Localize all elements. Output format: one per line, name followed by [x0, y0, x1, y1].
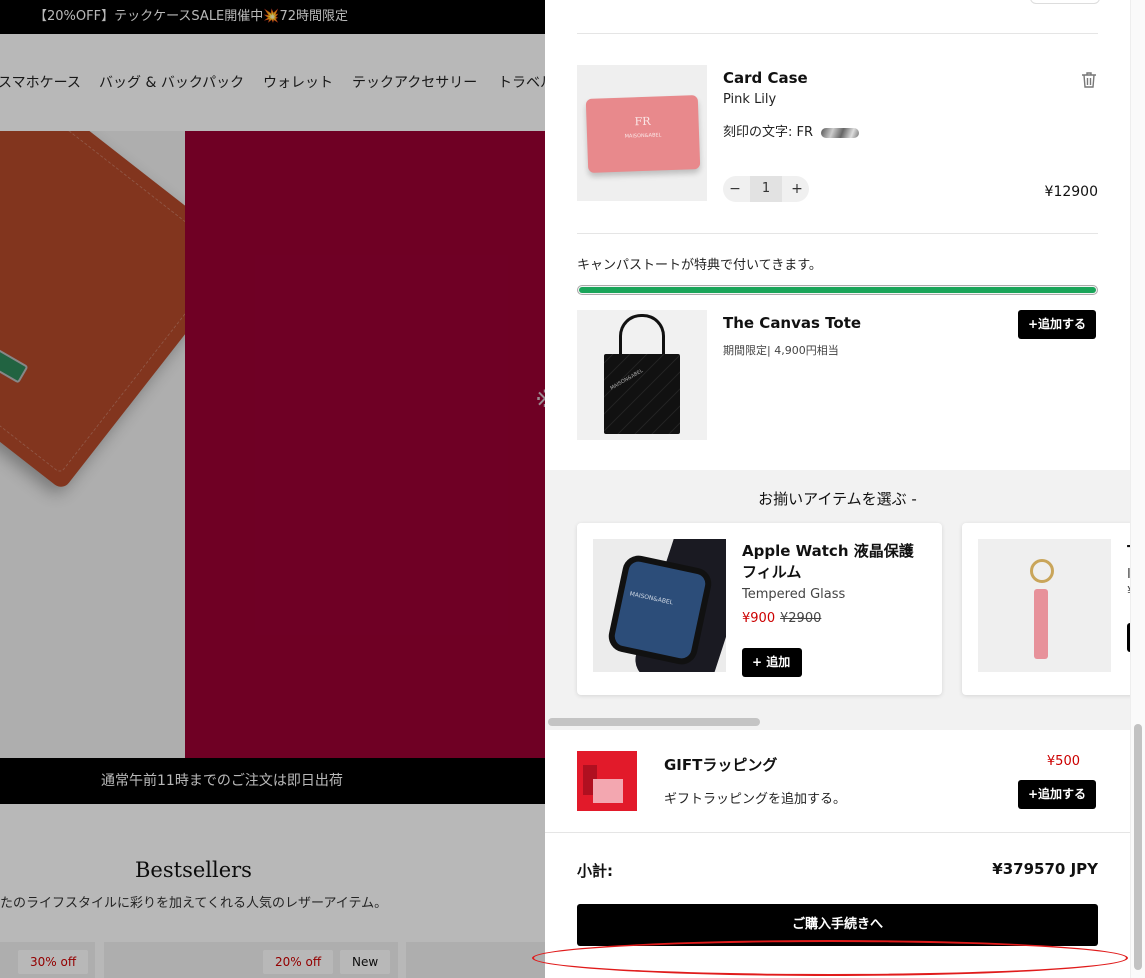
divider: [545, 832, 1145, 833]
free-gift-name: The Canvas Tote: [723, 314, 862, 332]
item-price: ¥12900: [1044, 184, 1098, 200]
item-name[interactable]: Card Case: [723, 69, 808, 87]
increase-quantity-button[interactable]: +: [785, 176, 809, 202]
horizontal-scrollbar[interactable]: [548, 718, 760, 726]
background-page: 【20%OFF】テックケースSALE開催中💥72時間限定 スマホケース バッグ …: [0, 0, 545, 978]
engraving-text: 刻印の文字: FR: [723, 125, 814, 140]
add-gift-wrapping-button[interactable]: +追加する: [1018, 780, 1097, 809]
engraving-color-swatch: [821, 127, 860, 138]
progress-fill: [579, 287, 1096, 293]
add-free-gift-button[interactable]: +追加する: [1018, 310, 1097, 339]
matching-items-title[interactable]: お揃いアイテムを選ぶ -: [545, 488, 1130, 509]
item-engraving: 刻印の文字: FR: [723, 121, 860, 140]
upsell-card[interactable]: MAISON&ABEL Apple Watch 液晶保護フィルム Tempere…: [577, 523, 942, 695]
apple-watch-film-image[interactable]: MAISON&ABEL: [593, 539, 726, 672]
subtotal-value: ¥379570 JPY: [992, 860, 1098, 878]
gift-wrapping-image: [577, 751, 637, 811]
watch-image-text: MAISON&ABEL: [628, 590, 674, 607]
trash-icon[interactable]: [1079, 70, 1099, 90]
cart-drawer: FR MAISON&ABEL Card Case Pink Lily 刻印の文字…: [545, 0, 1145, 978]
upsell-item-subtitle: Tempered Glass: [742, 587, 846, 602]
item-color: Pink Lily: [723, 92, 777, 107]
upsell-card[interactable]: T I ¥: [962, 523, 1145, 695]
quantity-stepper: − 1 +: [723, 176, 809, 202]
vertical-scrollbar-thumb[interactable]: [1134, 724, 1142, 970]
decrease-quantity-button[interactable]: −: [723, 176, 747, 202]
modal-overlay[interactable]: [0, 0, 545, 978]
canvas-tote-image[interactable]: MAISON&ABEL: [577, 310, 707, 440]
free-gift-subtitle: 期間限定| 4,900円相当: [723, 344, 839, 357]
divider: [577, 33, 1098, 34]
upsell-sale-price: ¥900: [742, 611, 776, 626]
free-gift-progress-bar: [577, 285, 1098, 295]
tote-print: MAISON&ABEL: [609, 368, 645, 392]
free-gift-message: キャンパストートが特典で付いてきます。: [577, 258, 822, 273]
keychain-image[interactable]: [978, 539, 1111, 672]
subtotal-label: 小計:: [577, 862, 613, 880]
upsell-add-button[interactable]: + 追加: [742, 648, 802, 677]
gift-wrapping-description: ギフトラッピングを追加する。: [664, 792, 847, 807]
card-case-monogram: FR: [634, 114, 651, 129]
upsell-item-name[interactable]: Apple Watch 液晶保護フィルム: [742, 541, 922, 583]
gift-wrapping-title: GIFTラッピング: [664, 756, 778, 774]
gift-wrapping-price: ¥500: [1046, 754, 1080, 769]
upsell-original-price: ¥2900: [780, 611, 822, 626]
prev-item-edge: [1030, 0, 1100, 4]
card-case-image[interactable]: FR MAISON&ABEL: [577, 65, 707, 201]
matching-items-section: お揃いアイテムを選ぶ - MAISON&ABEL Apple Watch 液晶保…: [545, 470, 1145, 730]
annotation-ellipse: [532, 940, 1128, 976]
quantity-input[interactable]: 1: [750, 176, 782, 202]
divider: [577, 233, 1098, 234]
card-case-brand: MAISON&ABEL: [624, 132, 662, 140]
